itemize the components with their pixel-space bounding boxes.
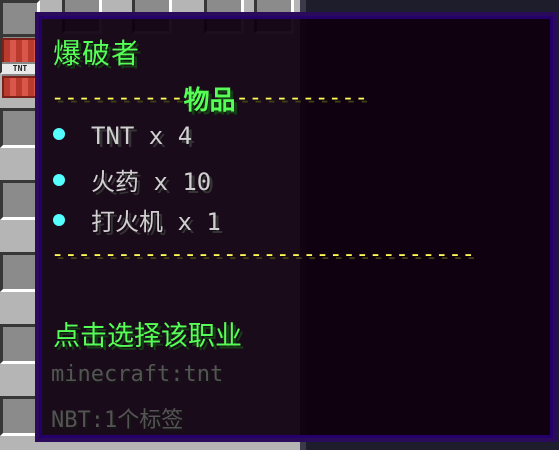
bullet-icon: [53, 214, 65, 226]
divider-left: ----------: [51, 85, 184, 111]
tnt-label: TNT: [2, 62, 38, 76]
select-class-prompt[interactable]: 点击选择该职业: [53, 314, 242, 353]
list-item: 火药 x 10: [53, 162, 211, 197]
item-label: 火药 x 10: [91, 168, 212, 196]
inventory-slot[interactable]: [0, 396, 40, 436]
tnt-bottom-texture: [2, 76, 38, 98]
divider-right: ----------: [235, 85, 368, 111]
inventory-slot[interactable]: [0, 108, 40, 148]
tnt-icon[interactable]: TNT: [2, 38, 38, 100]
item-id: minecraft:tnt: [51, 362, 224, 387]
list-item: TNT x 4: [53, 122, 192, 150]
game-screen: TNT 爆破者 ----------物品---------- TNT x 4 火…: [0, 0, 559, 450]
tnt-top-texture: [2, 38, 38, 64]
bottom-divider: --------------------------------: [51, 242, 475, 267]
items-section-header: ----------物品----------: [51, 80, 368, 117]
inventory-slot[interactable]: [0, 252, 40, 292]
bullet-icon: [53, 128, 65, 140]
inventory-slot[interactable]: [0, 180, 40, 220]
inventory-slot[interactable]: [0, 324, 40, 364]
item-tooltip: 爆破者 ----------物品---------- TNT x 4 火药 x …: [35, 12, 557, 442]
tooltip-title: 爆破者: [53, 37, 141, 70]
section-title: 物品: [183, 86, 236, 116]
bullet-icon: [53, 174, 65, 186]
item-label: 打火机 x 1: [91, 208, 221, 236]
item-label: TNT x 4: [91, 122, 193, 150]
list-item: 打火机 x 1: [53, 202, 221, 237]
nbt-info: NBT:1个标签: [51, 408, 184, 433]
